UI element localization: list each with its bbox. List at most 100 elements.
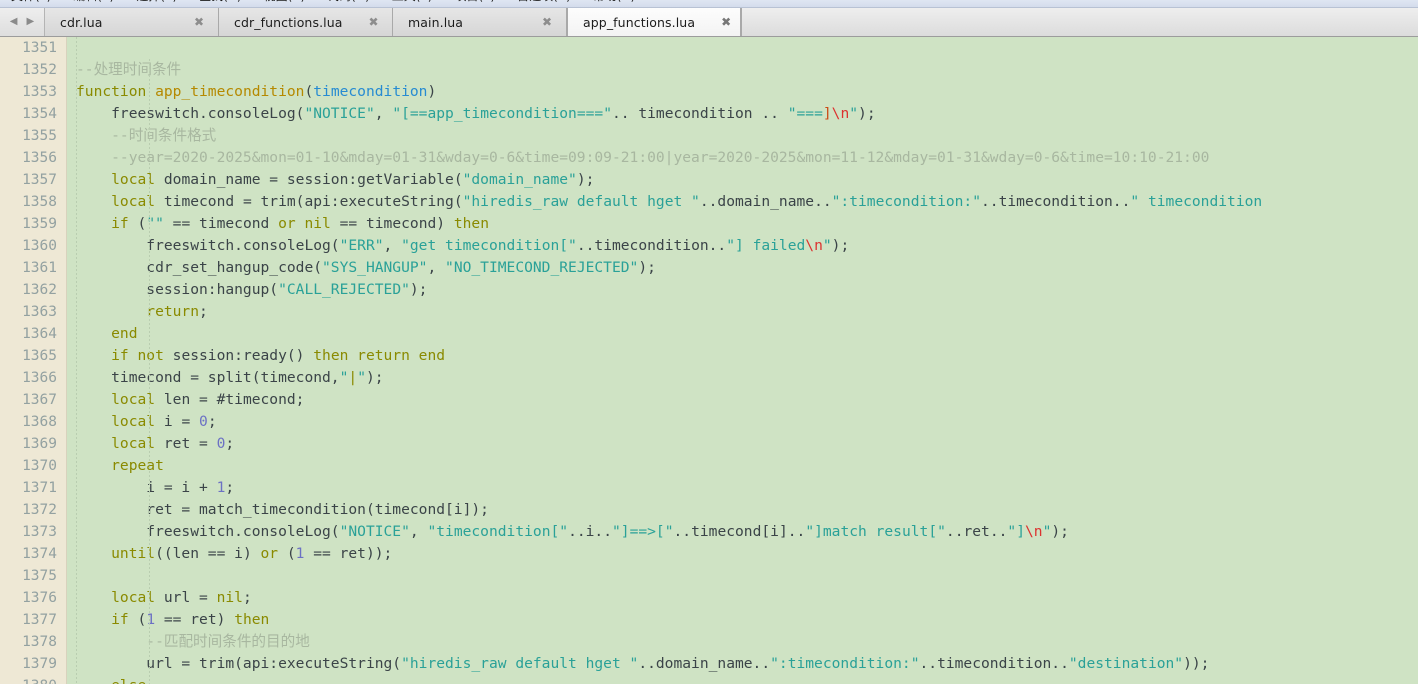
code-token: --匹配时间条件的目的地 xyxy=(76,633,310,650)
code-line[interactable] xyxy=(68,37,1418,59)
code-line[interactable]: --时间条件格式 xyxy=(68,125,1418,147)
code-token: "NOTICE" xyxy=(304,105,375,122)
menu-item-view[interactable]: 视图(V) xyxy=(253,0,317,2)
menu-item-edit[interactable]: 编辑(E) xyxy=(62,0,125,2)
code-token: \n xyxy=(805,237,823,254)
code-token: then xyxy=(453,215,490,232)
code-line[interactable]: if not session:ready() then return end xyxy=(68,345,1418,367)
code-line[interactable]: end xyxy=(68,323,1418,345)
code-content[interactable]: --处理时间条件 function app_timecondition(timec… xyxy=(68,37,1418,684)
tab-nav-buttons[interactable]: ◀ ▶ xyxy=(0,8,45,36)
code-line[interactable]: freeswitch.consoleLog("ERR", "get timeco… xyxy=(68,235,1418,257)
code-token: "=== xyxy=(778,105,823,122)
menu-item-tools[interactable]: 工具(T) xyxy=(381,0,444,2)
line-number: 1366 xyxy=(22,370,57,386)
line-number: 1380 xyxy=(0,675,66,684)
code-token: ); xyxy=(409,281,428,298)
menu-bar[interactable]: 文件(F) 编辑(E) 选择(S) 查找(N) 视图(V) 代码(D) 工具(T… xyxy=(0,0,1418,8)
code-token: .. xyxy=(761,105,779,122)
code-token: ":timecondition:" xyxy=(831,193,982,210)
code-line[interactable]: local domain_name = session:getVariable(… xyxy=(68,169,1418,191)
editor-area[interactable]: 1351 1352 1353 1354 1355 1356 1357 1358 1359 1360… xyxy=(0,37,1418,684)
code-token: ); xyxy=(858,105,876,122)
code-line[interactable]: local url = nil; xyxy=(68,587,1418,609)
code-token: \n xyxy=(831,105,850,122)
code-token: app_timecondition xyxy=(155,83,305,100)
code-line[interactable]: timecond = split(timecond,"|"); xyxy=(68,367,1418,389)
code-token: "SYS_HANGUP" xyxy=(322,259,428,276)
line-number: 1374 xyxy=(22,546,57,562)
code-token: ; xyxy=(199,303,208,320)
triangle-left-icon[interactable]: ◀ xyxy=(10,17,18,27)
tab-main-lua[interactable]: main.lua ✖ xyxy=(393,8,567,36)
code-token: i = xyxy=(163,413,200,430)
menu-item-file[interactable]: 文件(F) xyxy=(0,0,62,2)
code-token: ( xyxy=(304,83,314,100)
code-line[interactable]: return; xyxy=(68,301,1418,323)
line-number: 1360 xyxy=(22,238,57,254)
code-line[interactable]: ret = match_timecondition(timecond[i]); xyxy=(68,499,1418,521)
code-line[interactable]: url = trim(api:executeString("hiredis_ra… xyxy=(68,653,1418,675)
line-number: 1364 xyxy=(22,326,57,342)
line-number: 1357 xyxy=(22,172,57,188)
code-token: or xyxy=(278,215,305,232)
code-token: "]==>[" xyxy=(612,523,674,540)
code-line[interactable]: local ret = 0; xyxy=(68,433,1418,455)
code-token: --处理时间条件 xyxy=(76,61,182,78)
code-line[interactable]: until((len == i) or (1 == ret)); xyxy=(68,543,1418,565)
code-token: url = trim(api:executeString( xyxy=(76,655,402,672)
menu-item-find[interactable]: 查找(N) xyxy=(188,0,252,2)
close-icon[interactable]: ✖ xyxy=(721,16,731,28)
code-token: ); xyxy=(576,171,595,188)
code-token: "get timecondition[" xyxy=(401,237,577,254)
code-line[interactable]: i = i + 1; xyxy=(68,477,1418,499)
tab-label: cdr.lua xyxy=(60,14,103,30)
code-token: " timecondition xyxy=(1130,193,1263,210)
code-line[interactable]: session:hangup("CALL_REJECTED"); xyxy=(68,279,1418,301)
close-icon[interactable]: ✖ xyxy=(369,16,379,28)
code-token: cdr_set_hangup_code( xyxy=(76,259,323,276)
code-line[interactable]: local timecond = trim(api:executeString(… xyxy=(68,191,1418,213)
code-token: local xyxy=(76,193,164,210)
code-token: , xyxy=(374,105,393,122)
code-line[interactable]: if ("" == timecond or nil == timecond) t… xyxy=(68,213,1418,235)
code-line[interactable]: else xyxy=(68,675,1418,684)
code-token: ); xyxy=(1051,523,1069,540)
code-line[interactable]: --处理时间条件 xyxy=(68,59,1418,81)
code-token: url = xyxy=(163,589,217,606)
menu-item-help[interactable]: 帮助(H) xyxy=(582,0,646,2)
code-token: function xyxy=(76,83,156,100)
close-icon[interactable]: ✖ xyxy=(194,16,204,28)
code-token: ; xyxy=(207,413,217,430)
code-line[interactable]: freeswitch.consoleLog("NOTICE", "[==app_… xyxy=(68,103,1418,125)
menu-item-select[interactable]: 选择(S) xyxy=(125,0,188,2)
code-line[interactable]: --year=2020-2025&mon=01-10&mday=01-31&wd… xyxy=(68,147,1418,169)
tab-cdr-lua[interactable]: cdr.lua ✖ xyxy=(45,8,219,36)
menu-item-preferences[interactable]: 首选项(R) xyxy=(506,0,582,2)
code-line[interactable] xyxy=(68,565,1418,587)
close-icon[interactable]: ✖ xyxy=(542,16,552,28)
code-token: == timecond xyxy=(163,215,279,232)
code-token: "timecondition[" xyxy=(427,523,569,540)
code-line[interactable]: function app_timecondition(timecondition… xyxy=(68,81,1418,103)
code-token: ; xyxy=(242,589,252,606)
code-line[interactable]: cdr_set_hangup_code("SYS_HANGUP", "NO_TI… xyxy=(68,257,1418,279)
code-line[interactable]: local len = #timecond; xyxy=(68,389,1418,411)
tab-cdr-functions-lua[interactable]: cdr_functions.lua ✖ xyxy=(219,8,393,36)
code-line[interactable]: --匹配时间条件的目的地 xyxy=(68,631,1418,653)
tab-app-functions-lua[interactable]: app_functions.lua ✖ xyxy=(567,8,741,36)
code-token: "CALL_REJECTED" xyxy=(278,281,410,298)
code-token: " xyxy=(357,369,366,386)
code-token: ..timecondition.. xyxy=(981,193,1131,210)
triangle-right-icon[interactable]: ▶ xyxy=(27,17,35,27)
code-token: local xyxy=(76,171,164,188)
code-line[interactable]: repeat xyxy=(68,455,1418,477)
code-token: local xyxy=(76,391,164,408)
menu-item-project[interactable]: 项目(P) xyxy=(443,0,506,2)
menu-item-code[interactable]: 代码(D) xyxy=(316,0,381,2)
line-number: 1363 xyxy=(22,304,57,320)
code-token: "NO_TIMECOND_REJECTED" xyxy=(445,259,639,276)
code-line[interactable]: freeswitch.consoleLog("NOTICE", "timecon… xyxy=(68,521,1418,543)
code-line[interactable]: local i = 0; xyxy=(68,411,1418,433)
code-line[interactable]: if (1 == ret) then xyxy=(68,609,1418,631)
